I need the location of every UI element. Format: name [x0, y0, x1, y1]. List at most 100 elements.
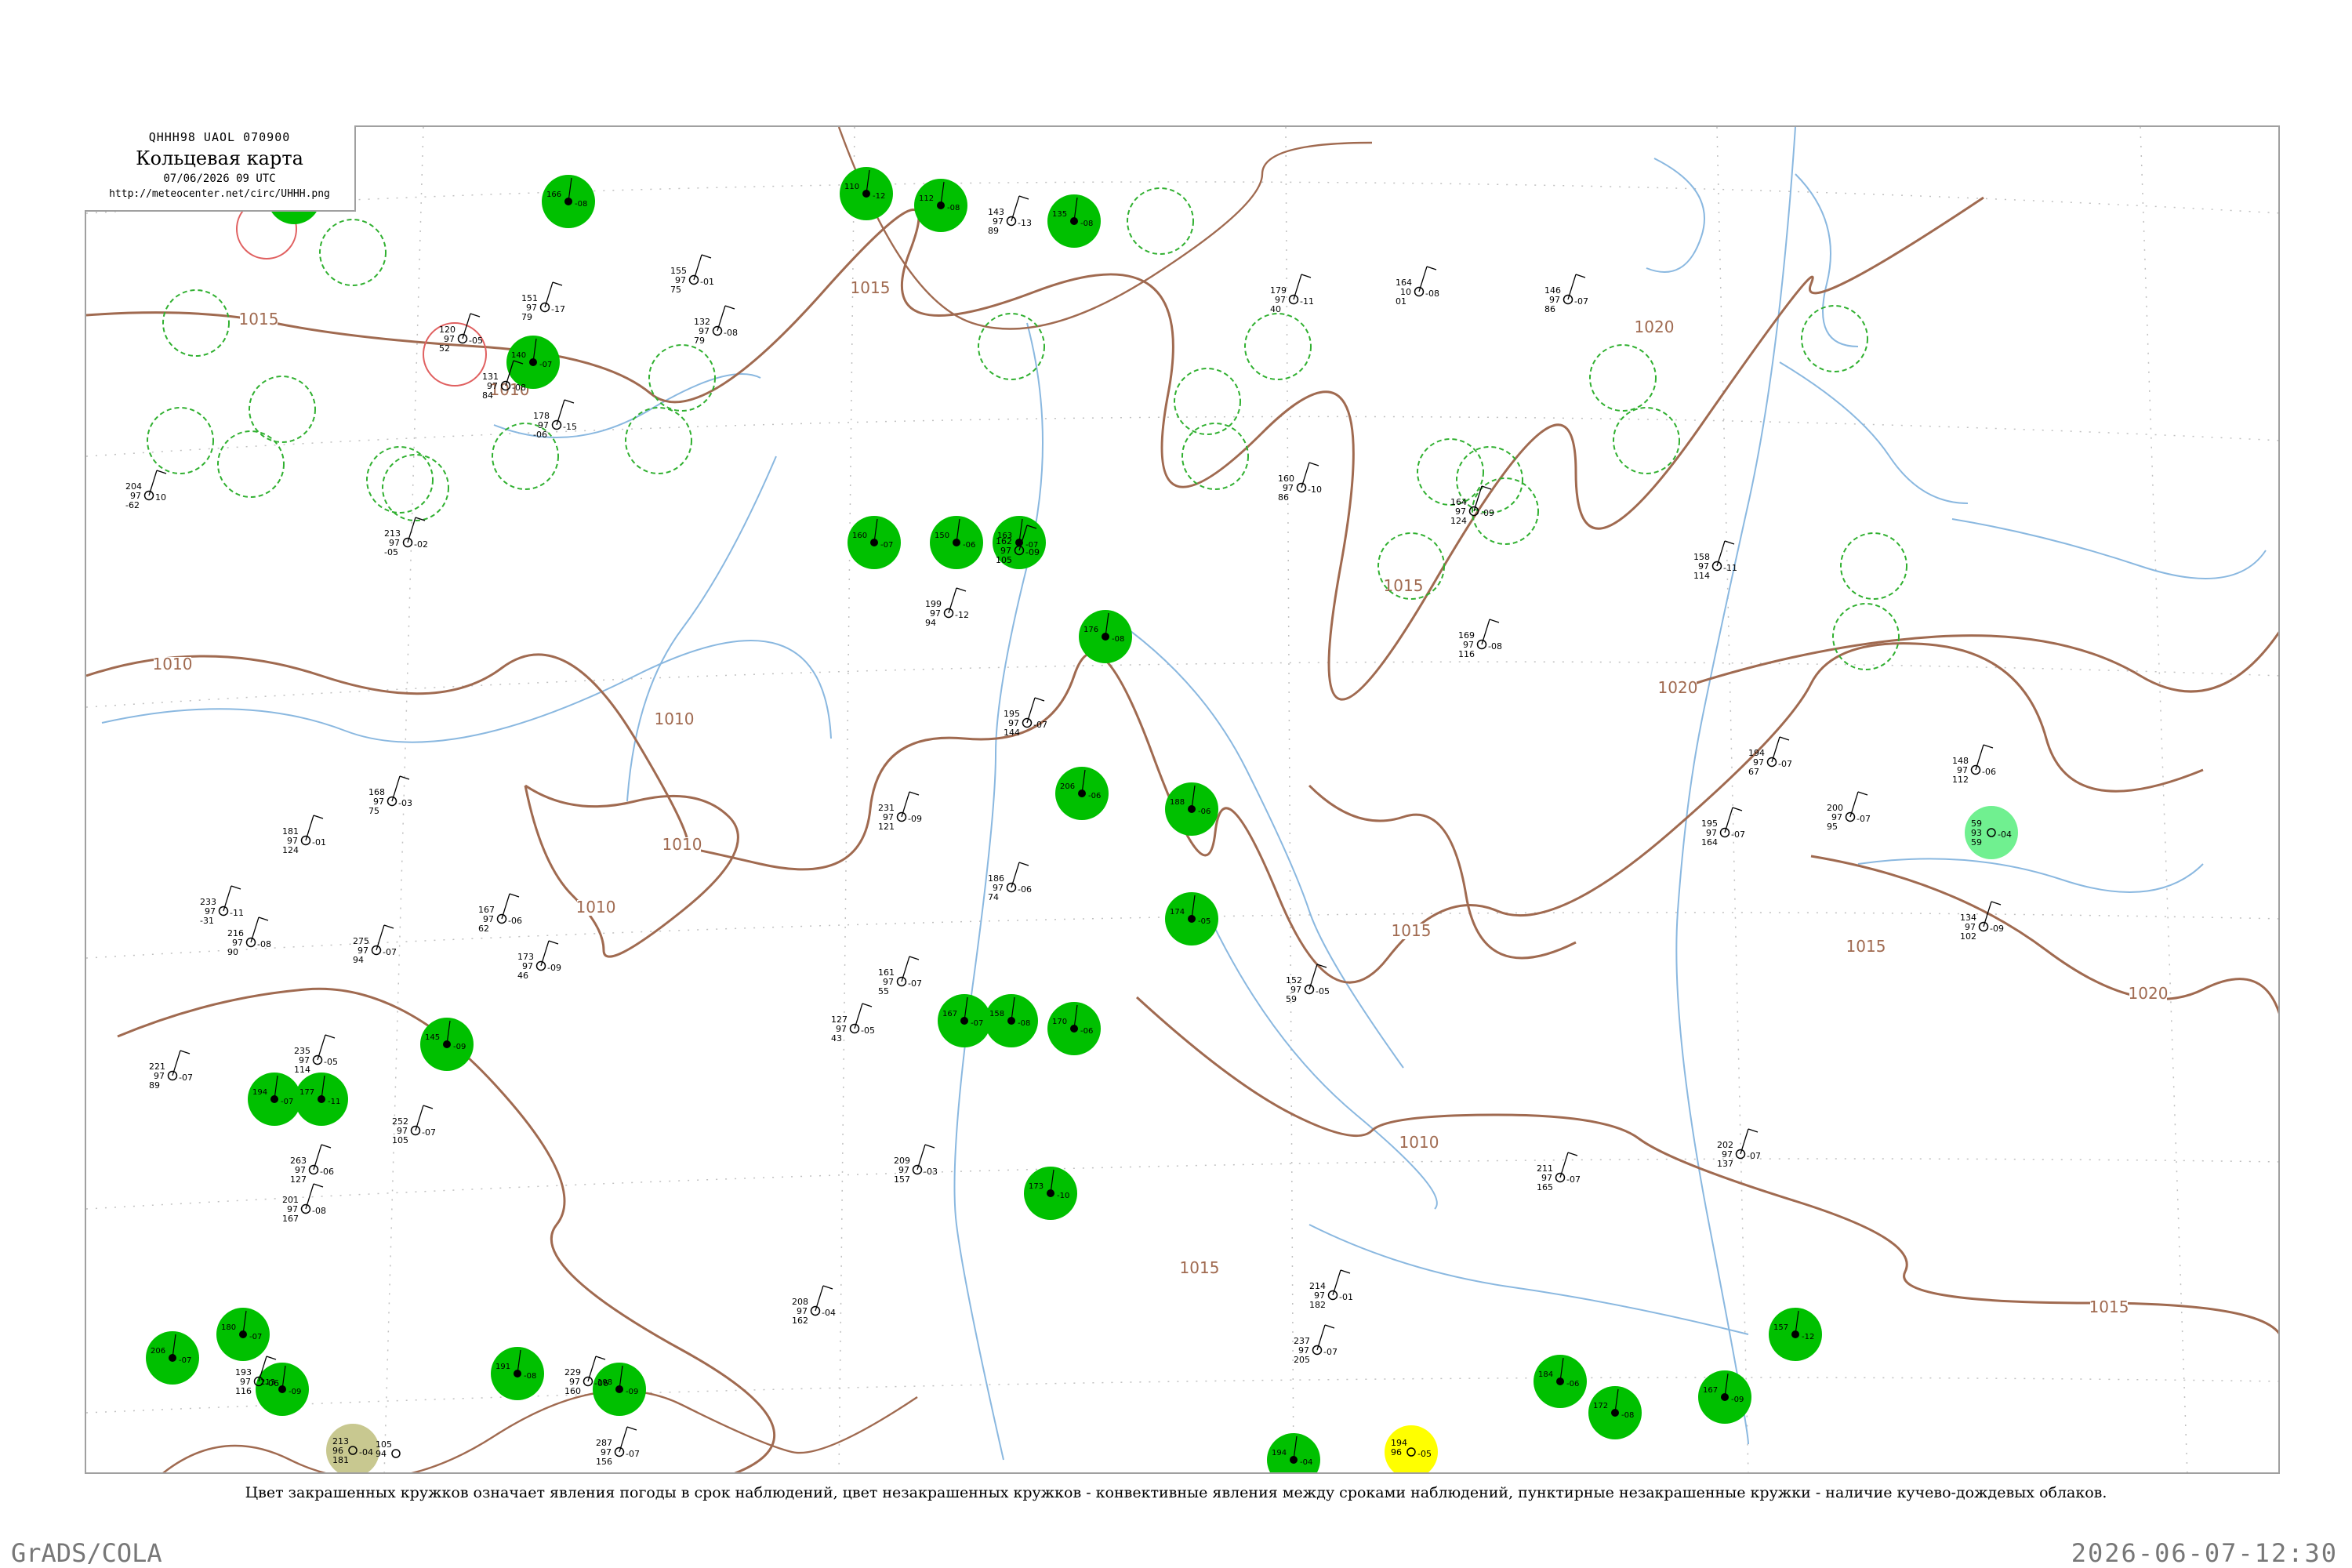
- station-model[interactable]: 19597164-07: [1701, 807, 1745, 848]
- station-model[interactable]: 1679762-06: [478, 893, 522, 934]
- station-model[interactable]: 17897-06-15: [533, 399, 577, 440]
- cumulonimbus-ring: [1840, 532, 1907, 600]
- station-model[interactable]: 20997157-03: [894, 1144, 938, 1185]
- rain-marker[interactable]: 198-09: [593, 1363, 646, 1416]
- station-model[interactable]: 28797156-07: [596, 1426, 640, 1467]
- rain-marker[interactable]: 184 -06: [1534, 1355, 1587, 1408]
- rain-marker[interactable]: 166 -08: [542, 175, 595, 228]
- station-tendency: -04: [1300, 1458, 1312, 1467]
- rain-marker[interactable]: 177 -11: [295, 1073, 348, 1126]
- rain-marker[interactable]: 110 -12: [840, 167, 893, 220]
- rain-marker[interactable]: 176 -08: [1079, 610, 1132, 663]
- cumulonimbus-ring: [366, 446, 434, 514]
- wind-barb-feather: [423, 1105, 434, 1109]
- rain-marker[interactable]: 172 -08: [1588, 1386, 1642, 1439]
- rain-marker[interactable]: 145 -09: [420, 1018, 474, 1071]
- rain-marker[interactable]: 167 -09: [1698, 1370, 1751, 1424]
- wind-barb-feather: [258, 916, 269, 921]
- station-model[interactable]: 26397127-06: [290, 1144, 334, 1185]
- station-dewpoint: 55: [878, 986, 889, 996]
- station-model[interactable]: 23597114-05: [294, 1034, 338, 1075]
- station-model[interactable]: 2219789-07: [149, 1050, 193, 1091]
- station-tendency: -08: [1112, 635, 1124, 644]
- snow-marker[interactable]: 19496 -05: [1385, 1425, 1438, 1474]
- station-model[interactable]: 15897114-11: [1693, 540, 1737, 581]
- rain-marker[interactable]: 158 -08: [985, 994, 1038, 1047]
- station-model[interactable]: 25297105-07: [392, 1105, 436, 1145]
- rain-marker[interactable]: 150 -06: [930, 516, 983, 569]
- station-model[interactable]: 23197121-09: [878, 791, 922, 832]
- wind-barb-feather: [230, 885, 241, 890]
- station-model[interactable]: 1949767-07: [1748, 736, 1792, 777]
- map-frame: 1015 1015 1010 1010 1010 1010 1010 1015 1015 10 10…: [85, 125, 2280, 1474]
- station-model[interactable]: 21197165-07: [1537, 1152, 1581, 1192]
- station-model[interactable]: 1739746-09: [517, 940, 561, 981]
- station-model[interactable]: 1689775-03: [368, 775, 412, 816]
- station-dewpoint: 124: [282, 845, 299, 855]
- rain-marker[interactable]: 194 -07: [248, 1073, 301, 1126]
- station-model[interactable]: 1799740-11: [1270, 274, 1314, 314]
- station-model[interactable]: 2009795-07: [1827, 791, 1871, 832]
- rain-marker[interactable]: 167 -07: [938, 994, 991, 1047]
- rain-marker[interactable]: 170 -06: [1047, 1002, 1101, 1055]
- station-model[interactable]: 1641001-08: [1396, 266, 1439, 307]
- rain-marker[interactable]: 135 -08: [1047, 194, 1101, 248]
- rain-marker[interactable]: 191 -08: [491, 1347, 544, 1400]
- rain-marker[interactable]: 188 -06: [1165, 782, 1218, 836]
- station-model[interactable]: 23797205-07: [1294, 1324, 1338, 1365]
- station-model[interactable]: 1999794-12: [925, 587, 969, 628]
- rain-marker[interactable]: 194 -04: [1267, 1433, 1320, 1474]
- station-model[interactable]: 21397-05-02: [384, 517, 428, 557]
- rain-marker[interactable]: 173 -10: [1024, 1167, 1077, 1220]
- isobar-label: 1010: [662, 835, 702, 854]
- rain-marker[interactable]: 140 -07: [506, 336, 560, 389]
- rain-marker[interactable]: 213-09: [256, 1363, 309, 1416]
- rain-marker[interactable]: 112 -08: [914, 179, 967, 232]
- fog-marker[interactable]: 21396181-04: [326, 1424, 379, 1474]
- station-model[interactable]: 1469786-07: [1544, 274, 1588, 314]
- cumulonimbus-ring: [625, 407, 692, 474]
- station-model[interactable]: 16997116-08: [1458, 619, 1502, 659]
- station-model[interactable]: 1439789-13: [988, 195, 1032, 236]
- rain-marker[interactable]: 180 -07: [216, 1308, 270, 1361]
- station-model[interactable]: 23397-31-11: [200, 885, 244, 926]
- wind-barb-feather: [1732, 807, 1743, 811]
- station-model[interactable]: 21497182-01: [1309, 1269, 1353, 1310]
- rain-marker[interactable]: 206 -06: [1055, 767, 1109, 820]
- rain-marker[interactable]: 206 -07: [146, 1331, 199, 1385]
- light-shower-marker[interactable]: 599359-04: [1965, 806, 2018, 859]
- station-tendency: -01: [700, 277, 714, 287]
- station-model[interactable]: 1869774-06: [988, 862, 1032, 902]
- map-legend-box: QHHH98 UAOL 070900 Кольцевая карта 07/06…: [85, 125, 356, 212]
- station-model[interactable]: 1279743-05: [831, 1003, 875, 1044]
- station-marker[interactable]: 10594: [369, 1427, 423, 1474]
- station-tendency: -10: [1308, 485, 1322, 495]
- station-pressure: 180: [221, 1323, 236, 1332]
- isobar-label: 1010: [153, 655, 193, 673]
- station-tendency: -06: [1018, 884, 1032, 895]
- weather-map[interactable]: 1015 1015 1010 1010 1010 1010 1010 1015 1015 10 10…: [86, 127, 2280, 1474]
- station-dewpoint: 156: [596, 1457, 612, 1467]
- station-model[interactable]: 1329779-08: [694, 305, 738, 346]
- station-model[interactable]: 18197124-01: [282, 815, 326, 855]
- station-model[interactable]: 13497102-09: [1960, 901, 2004, 942]
- station-tendency: -04: [359, 1447, 373, 1457]
- station-model[interactable]: 20297137-07: [1717, 1128, 1761, 1169]
- station-model[interactable]: 14897112-06: [1952, 744, 1996, 785]
- station-dewpoint: 112: [1952, 775, 1969, 785]
- station-model[interactable]: 2169790-08: [227, 916, 271, 957]
- station-tendency: -17: [551, 304, 565, 314]
- cumulonimbus-ring: [1832, 603, 1900, 670]
- station-model[interactable]: 20497-6210: [125, 470, 167, 510]
- rain-marker[interactable]: 157 -12: [1769, 1308, 1822, 1361]
- rain-marker[interactable]: 174 -05: [1165, 892, 1218, 946]
- rain-marker[interactable]: 160 -07: [848, 516, 901, 569]
- station-model[interactable]: 20197167-08: [282, 1183, 326, 1224]
- station-model[interactable]: 1559775-01: [670, 254, 714, 295]
- station-model[interactable]: 1619755-07: [878, 956, 922, 996]
- station-model[interactable]: 1519779-17: [521, 281, 565, 322]
- station-model[interactable]: 1609786-10: [1278, 462, 1322, 503]
- station-pressure: 194: [1272, 1449, 1287, 1457]
- station-model[interactable]: 20897162-04: [792, 1285, 836, 1326]
- station-model[interactable]: 2759794-07: [353, 924, 397, 965]
